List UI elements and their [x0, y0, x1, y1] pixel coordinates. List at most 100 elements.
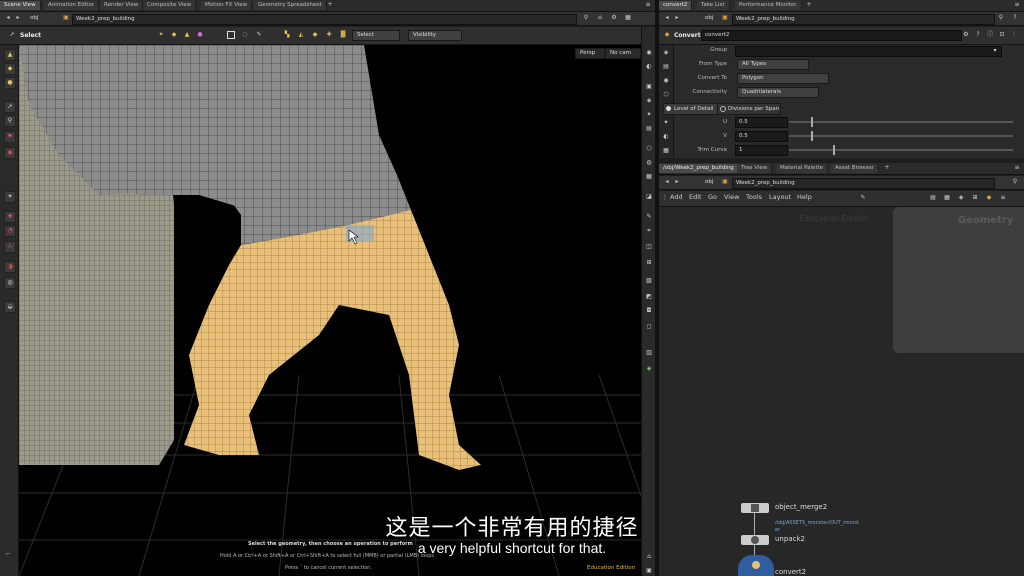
display-tool-icon[interactable]: ◎ — [4, 277, 16, 289]
path-root-obj[interactable]: obj — [705, 178, 713, 187]
viewport-canvas[interactable]: Persp No cam Select the geometry, then c… — [19, 45, 641, 576]
select-tool-icon[interactable]: ▲ — [4, 49, 16, 61]
select-brush-icon[interactable]: ✎ — [255, 31, 263, 39]
u-field[interactable]: 0.5 — [735, 117, 788, 128]
display-options-icon-16[interactable]: ◩ — [645, 293, 653, 301]
tab-network-path[interactable]: /obj/Week2_prep_building — [659, 164, 739, 173]
back-arrow-icon[interactable]: ◂ — [663, 14, 671, 22]
view-tool-icon[interactable]: ⚑ — [4, 131, 16, 143]
menu-edit[interactable]: Edit — [689, 191, 702, 204]
divisions-radio[interactable]: Divisions per Span — [717, 103, 781, 115]
network-view-icon-5[interactable]: ◆ — [985, 194, 993, 202]
handle-tool-icon[interactable]: ⚲ — [4, 115, 16, 127]
select-groups-icon[interactable]: ◆ — [311, 31, 319, 39]
measure-tool-icon[interactable]: ✚ — [4, 211, 16, 223]
menu-tools[interactable]: Tools — [746, 191, 762, 204]
u-slider[interactable] — [789, 117, 1013, 127]
select-lasso-icon[interactable]: ◌ — [241, 31, 249, 39]
info-icon[interactable]: ⓘ — [986, 31, 994, 39]
trim-curve-field[interactable]: 1 — [735, 145, 788, 156]
forward-arrow-icon[interactable]: ▸ — [673, 178, 681, 186]
magnet-tool-icon[interactable]: ∩ — [4, 241, 16, 253]
layout-icon[interactable]: ▦ — [624, 14, 632, 22]
path-root-obj[interactable]: obj — [705, 14, 713, 23]
display-options-icon-6[interactable]: ▤ — [645, 125, 653, 133]
forward-arrow-icon[interactable]: ▸ — [14, 14, 22, 22]
lod-radio[interactable]: Level of Detail — [663, 103, 720, 115]
viewport-settings-icon[interactable]: ⚙ — [610, 14, 618, 22]
tab-tree-view[interactable]: Tree View — [737, 164, 773, 173]
back-arrow-icon[interactable]: ◂ — [663, 178, 671, 186]
tab-convert2[interactable]: convert2 — [659, 1, 693, 10]
help-icon[interactable]: ? — [1011, 14, 1019, 22]
display-options-icon-14[interactable]: ⊞ — [645, 259, 653, 267]
display-options-icon-11[interactable]: ✎ — [645, 213, 653, 221]
v-slider[interactable] — [789, 131, 1013, 141]
menu-add[interactable]: Add — [670, 191, 683, 204]
display-options-icon-12[interactable]: ⌗ — [645, 227, 653, 235]
pin-icon[interactable]: ⚲ — [997, 14, 1005, 22]
display-options-icon-2[interactable]: ◐ — [645, 63, 653, 71]
visibility-dropdown[interactable]: Visibility — [408, 30, 462, 41]
path-node[interactable]: Week2_prep_building — [732, 178, 995, 189]
guide-tool-icon[interactable]: ◔ — [4, 225, 16, 237]
group-field[interactable] — [735, 46, 1002, 57]
network-tools-icon[interactable]: ✎ — [859, 194, 867, 202]
add-tab-icon[interactable]: + — [326, 1, 334, 9]
display-options-icon-5[interactable]: ✦ — [645, 111, 653, 119]
pin-icon[interactable]: ⚲ — [582, 14, 590, 22]
v-slider-handle[interactable] — [811, 131, 813, 141]
tab-animation-editor[interactable]: Animation Editor — [44, 1, 100, 10]
group-arrow-icon[interactable]: ▾ — [991, 47, 999, 55]
rotate-tool-icon[interactable]: ● — [4, 77, 16, 89]
tab-take-list[interactable]: Take List — [697, 1, 730, 10]
forward-arrow-icon[interactable]: ▸ — [673, 14, 681, 22]
tab-render-view[interactable]: Render View — [100, 1, 144, 10]
tab-motion-fx-view[interactable]: Motion FX View — [201, 1, 253, 10]
gear-icon[interactable]: ⚙ — [962, 31, 970, 39]
tab-composite-view[interactable]: Composite View — [143, 1, 197, 10]
node-convert2[interactable] — [738, 555, 774, 576]
help-icon[interactable]: ? — [974, 31, 982, 39]
add-tab-icon[interactable]: + — [805, 1, 813, 9]
lock-icon[interactable]: ⊡ — [998, 31, 1006, 39]
trim-curve-slider-handle[interactable] — [833, 145, 835, 155]
display-options-icon-13[interactable]: ◫ — [645, 243, 653, 251]
display-options-icon-3[interactable]: ▣ — [645, 83, 653, 91]
camera-view-dropdown[interactable]: Persp — [575, 48, 605, 59]
camera-tool-icon[interactable]: ✦ — [4, 191, 16, 203]
snap-tool-icon[interactable]: ◉ — [4, 147, 16, 159]
network-tool-icon[interactable]: ⋮ — [661, 194, 669, 202]
display-options-icon-15[interactable]: ▧ — [645, 277, 653, 285]
expand-icon[interactable]: ⋮ — [1010, 31, 1018, 39]
select-tool-icon-1[interactable]: ✦ — [157, 31, 165, 39]
trim-curve-slider[interactable] — [789, 145, 1013, 155]
node-name-field[interactable]: convert2 — [701, 30, 962, 41]
select-edges-icon[interactable]: ▓ — [339, 31, 347, 39]
display-options-icon-8[interactable]: ◍ — [645, 159, 653, 167]
display-options-icon-1[interactable]: ◉ — [645, 49, 653, 57]
select-tool-icon-3[interactable]: ▲ — [183, 31, 191, 39]
menu-go[interactable]: Go — [708, 191, 717, 204]
menu-view[interactable]: View — [724, 191, 739, 204]
path-node[interactable]: Week2_prep_building — [72, 14, 577, 25]
select-tool-icon-2[interactable]: ◆ — [170, 31, 178, 39]
tab-geometry-spreadsheet[interactable]: Geometry Spreadsheet — [254, 1, 327, 10]
v-field[interactable]: 0.5 — [735, 131, 788, 142]
panel-menu-icon[interactable]: ≡ — [1013, 1, 1021, 9]
network-view-icon-6[interactable]: ≡ — [999, 194, 1007, 202]
convert-to-dropdown[interactable]: Polygon — [737, 73, 829, 84]
select-connected-icon[interactable]: ◭ — [297, 31, 305, 39]
move-tool-icon[interactable]: ◆ — [4, 63, 16, 75]
network-view-icon-2[interactable]: ▦ — [943, 194, 951, 202]
light-tool-icon[interactable]: ◒ — [4, 301, 16, 313]
pose-tool-icon[interactable]: ➚ — [4, 101, 16, 113]
path-node[interactable]: Week2_prep_building — [732, 14, 995, 25]
network-view-icon-3[interactable]: ◈ — [957, 194, 965, 202]
add-tab-icon[interactable]: + — [883, 164, 891, 172]
display-options-icon-4[interactable]: ◈ — [645, 97, 653, 105]
display-options-icon-7[interactable]: ⬡ — [645, 145, 653, 153]
path-root-obj[interactable]: obj — [30, 14, 38, 23]
tab-asset-browser[interactable]: Asset Browser — [831, 164, 880, 173]
render-tool-icon[interactable]: ◑ — [4, 261, 16, 273]
